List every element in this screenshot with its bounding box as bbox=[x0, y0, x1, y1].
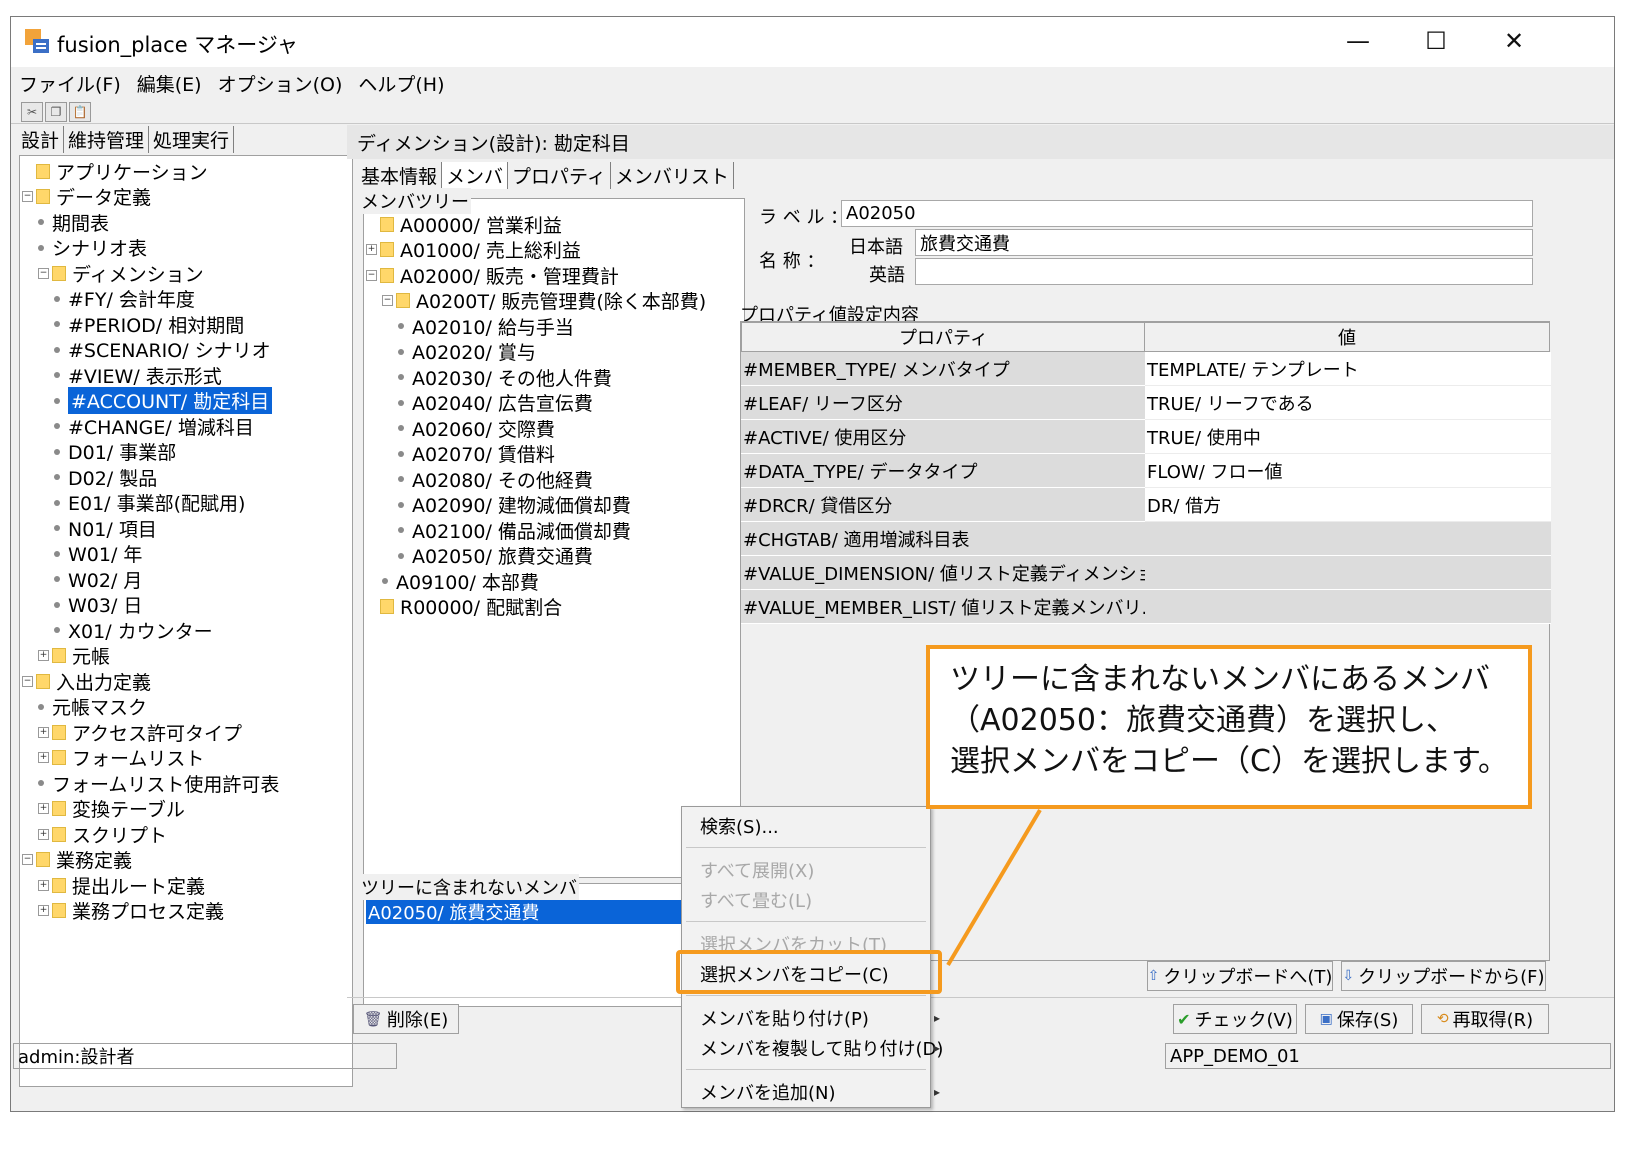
callout-line-1: ツリーに含まれないメンバにあるメンバ bbox=[950, 662, 1490, 697]
callout-line-3: 選択メンバをコピー（C）を選択します。 bbox=[950, 744, 1508, 779]
callout-pointer bbox=[946, 808, 1042, 967]
instruction-callout: ツリーに含まれないメンバにあるメンバ （A02050：旅費交通費）を選択し、 選… bbox=[926, 645, 1532, 809]
callout-line-2: （A02050：旅費交通費）を選択し、 bbox=[950, 703, 1456, 738]
